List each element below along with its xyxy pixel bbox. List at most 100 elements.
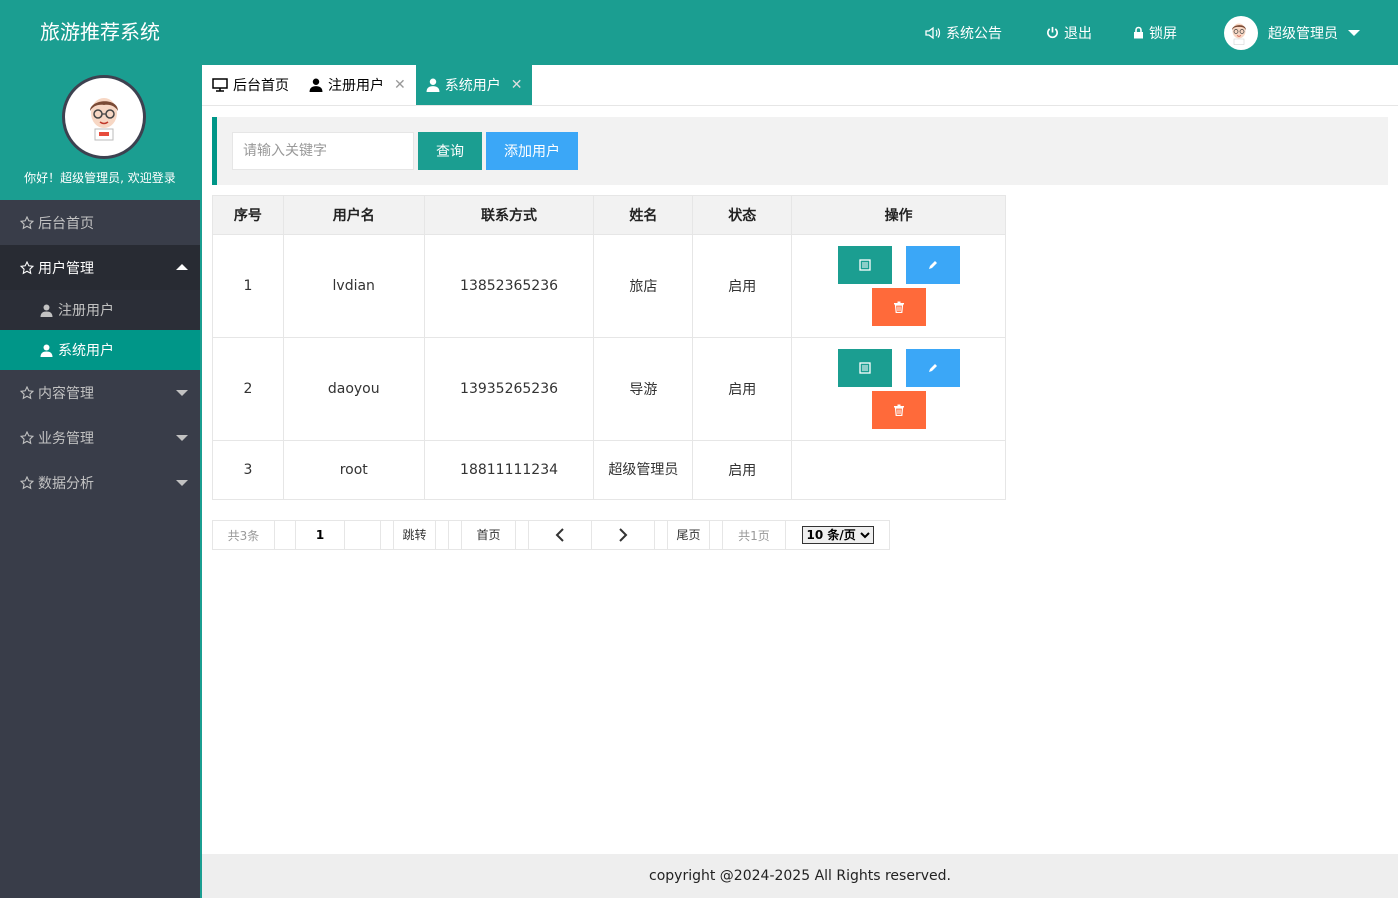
lock-icon: [1134, 26, 1143, 39]
total-pages: 共1页: [723, 521, 786, 549]
column-header: 操作: [791, 195, 1006, 235]
sidebar-item-business-management[interactable]: 业务管理: [0, 415, 200, 460]
cell-status: 启用: [692, 337, 793, 441]
total-count: 共3条: [213, 521, 275, 549]
sidebar-item-data-analysis[interactable]: 数据分析: [0, 460, 200, 505]
cell-index: 1: [212, 234, 284, 338]
query-button[interactable]: 查询: [418, 132, 482, 170]
tab-registered-users[interactable]: 注册用户 ✕: [299, 65, 416, 105]
chevron-up-icon: [176, 264, 188, 270]
close-icon[interactable]: ✕: [394, 77, 406, 93]
welcome-text: 你好！超级管理员, 欢迎登录: [24, 171, 176, 185]
tab-label: 后台首页: [233, 78, 289, 94]
last-page-button[interactable]: 尾页: [667, 519, 710, 550]
search-input[interactable]: [232, 132, 414, 170]
avatar-icon: [90, 98, 118, 141]
sidebar-item-label: 系统用户: [58, 343, 114, 359]
power-icon: [1047, 26, 1058, 39]
table-row: 3 root 18811111234 超级管理员 启用: [212, 440, 1006, 500]
chevron-left-icon: [555, 528, 564, 542]
edit-button[interactable]: [905, 246, 960, 284]
sidebar-item-label: 注册用户: [58, 303, 114, 319]
first-page-button[interactable]: 首页: [461, 519, 516, 550]
chevron-down-icon: [1348, 29, 1360, 36]
column-header: 联系方式: [423, 195, 595, 235]
cell-username: root: [282, 440, 425, 500]
cell-name: 导游: [593, 337, 694, 441]
user-icon: [40, 344, 53, 357]
logout-button[interactable]: 退出: [1046, 0, 1092, 65]
chevron-down-icon: [176, 435, 188, 441]
sidebar-profile: 你好！超级管理员, 欢迎登录: [0, 65, 200, 200]
cell-phone: 13935265236: [423, 337, 595, 441]
pagination: 共3条 跳转 首页 尾页 共1页 10 条/页: [212, 519, 890, 550]
document-icon: [858, 362, 871, 374]
user-menu[interactable]: 超级管理员: [1224, 0, 1360, 65]
column-header: 用户名: [282, 195, 425, 235]
users-table: 序号 用户名 联系方式 姓名 状态 操作 1 lvdian 1385236523…: [212, 195, 1006, 500]
column-header: 序号: [212, 195, 284, 235]
pencil-icon: [928, 364, 937, 372]
page-input[interactable]: [295, 519, 345, 550]
chevron-down-icon: [176, 480, 188, 486]
sidebar-item-registered-users[interactable]: 注册用户: [0, 290, 200, 330]
monitor-icon: [212, 78, 228, 92]
user-icon: [426, 78, 440, 92]
star-icon: [20, 260, 34, 274]
trash-icon: [893, 404, 904, 416]
lock-button[interactable]: 锁屏: [1133, 0, 1177, 65]
edit-button[interactable]: [905, 349, 960, 387]
sidebar-item-home[interactable]: 后台首页: [0, 200, 200, 245]
close-icon[interactable]: ✕: [511, 77, 523, 93]
sidebar-item-user-management[interactable]: 用户管理: [0, 245, 200, 290]
speaker-icon: [925, 26, 941, 39]
view-button[interactable]: [837, 246, 892, 284]
table-header-row: 序号 用户名 联系方式 姓名 状态 操作: [212, 195, 1006, 235]
user-icon: [309, 78, 323, 92]
cell-username: lvdian: [282, 234, 425, 338]
user-avatar: [1224, 15, 1258, 50]
chevron-down-icon: [176, 390, 188, 396]
cell-username: daoyou: [282, 337, 425, 441]
delete-button[interactable]: [871, 391, 926, 429]
sidebar: 你好！超级管理员, 欢迎登录 后台首页 用户管理 注册用户 系统用户 内容管理 …: [0, 65, 200, 898]
sidebar-item-label: 内容管理: [38, 385, 94, 402]
pencil-icon: [928, 261, 937, 269]
sidebar-item-label: 后台首页: [38, 215, 94, 232]
trash-icon: [893, 301, 904, 313]
name-text: 超级管理员: [608, 462, 679, 478]
jump-button[interactable]: 跳转: [393, 519, 436, 550]
prev-page-button[interactable]: [529, 521, 592, 549]
add-user-button[interactable]: 添加用户: [486, 132, 578, 170]
star-icon: [20, 385, 34, 399]
user-submenu: 注册用户 系统用户: [0, 290, 200, 370]
tab-label: 系统用户: [444, 78, 501, 94]
last-page-wrap: 尾页: [655, 519, 723, 550]
sidebar-item-label: 用户管理: [38, 260, 94, 277]
cell-phone: 13852365236: [423, 234, 595, 338]
search-bar: 查询 添加用户: [212, 117, 1388, 185]
cell-index: 2: [212, 337, 284, 441]
document-icon: [858, 259, 871, 271]
tab-system-users[interactable]: 系统用户 ✕: [415, 65, 533, 105]
tab-label: 注册用户: [328, 78, 384, 94]
delete-button[interactable]: [871, 288, 926, 326]
profile-avatar: [62, 75, 146, 159]
tab-home[interactable]: 后台首页: [202, 65, 299, 105]
page-size-select[interactable]: 10 条/页: [801, 526, 874, 544]
table-row: 2 daoyou 13935265236 导游 启用: [212, 337, 1006, 441]
cell-actions: [791, 337, 1006, 441]
sidebar-item-content-management[interactable]: 内容管理: [0, 370, 200, 415]
notice-button[interactable]: 系统公告: [925, 0, 1002, 65]
star-icon: [20, 430, 34, 444]
cell-status: 启用: [692, 234, 793, 338]
cell-index: 3: [212, 440, 284, 500]
user-icon: [40, 304, 53, 317]
sidebar-item-system-users[interactable]: 系统用户: [0, 330, 200, 370]
column-header: 姓名: [593, 195, 694, 235]
cell-actions: [791, 440, 1006, 500]
table-row: 1 lvdian 13852365236 旅店 启用: [212, 234, 1006, 338]
view-button[interactable]: [837, 349, 892, 387]
cell-phone: 18811111234: [423, 440, 595, 500]
next-page-button[interactable]: [592, 521, 655, 549]
